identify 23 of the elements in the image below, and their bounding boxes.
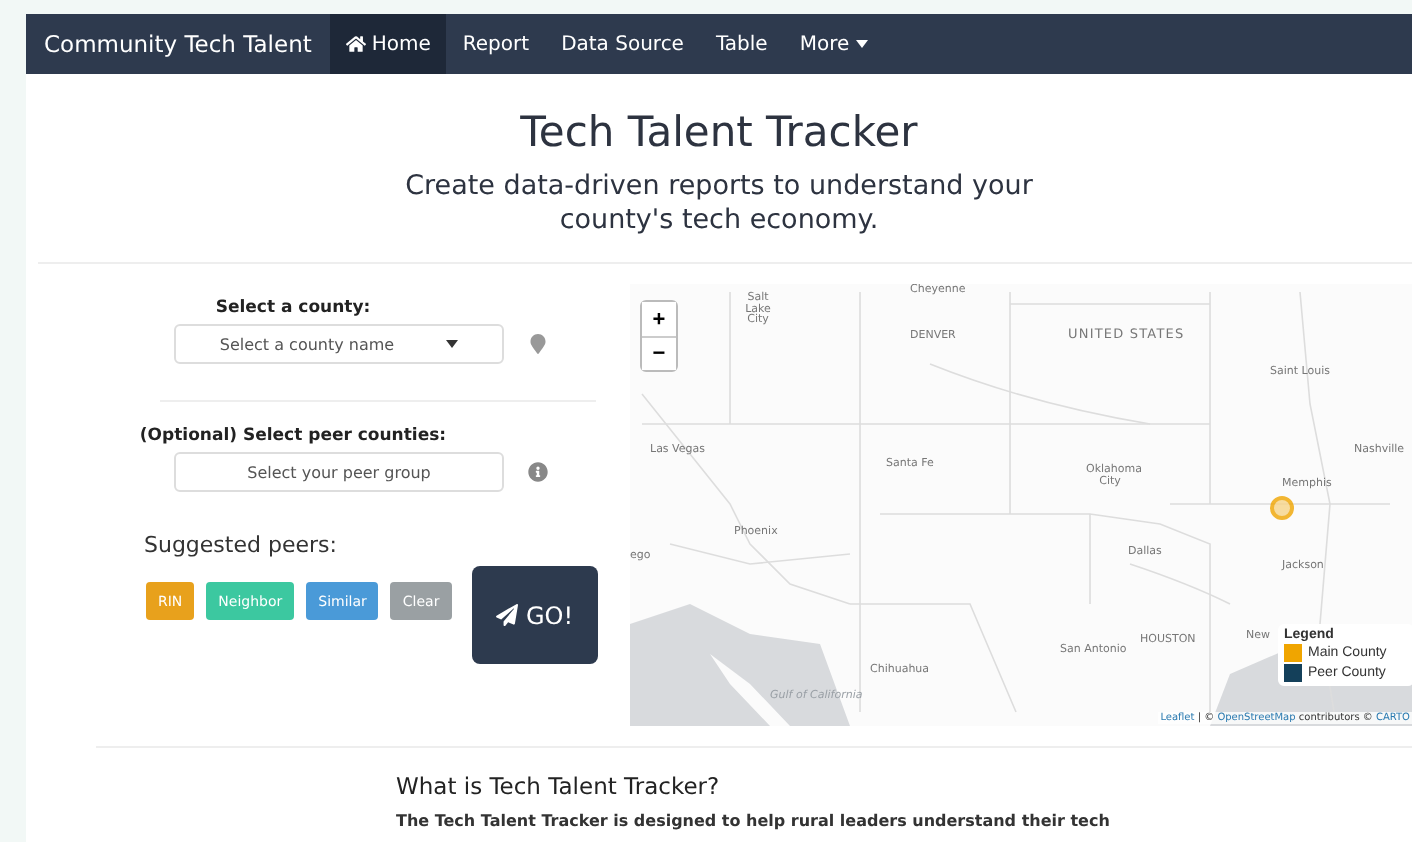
nav-tab[interactable]: Data Source [545,14,700,74]
section-heading: What is Tech Talent Tracker? [396,772,722,800]
zoom-out-button[interactable]: − [642,336,676,370]
page-subtitle: Create data-driven reports to understand your county's tech economy. [403,170,1035,238]
peer-group-field[interactable]: Select your peer group [174,452,504,492]
nav-tab[interactable]: Report [446,14,546,74]
location-pin-icon [528,334,548,354]
caret-icon [855,40,868,48]
page-title: Tech Talent Tracker [518,108,920,156]
caret-icon [446,340,459,348]
info-icon [528,462,548,482]
field-label: (Optional) Select peer counties: [137,426,449,446]
nav-tab[interactable]: More [783,14,884,74]
section-label: Suggested peers: [144,532,339,558]
about-text: The Tech Talent Tracker is designed to help rural leaders understand their tech [396,812,1112,830]
nav-tab[interactable]: Home [329,14,447,74]
field-label: Select a county: [213,298,373,318]
go-button[interactable]: GO! [471,566,598,664]
paper-plane-icon [495,604,518,626]
county-select[interactable]: Select a county name [174,324,504,364]
brand-title[interactable]: Community Tech Talent [26,14,330,74]
nav-tab[interactable]: Table [699,14,784,74]
home-icon [345,34,366,54]
